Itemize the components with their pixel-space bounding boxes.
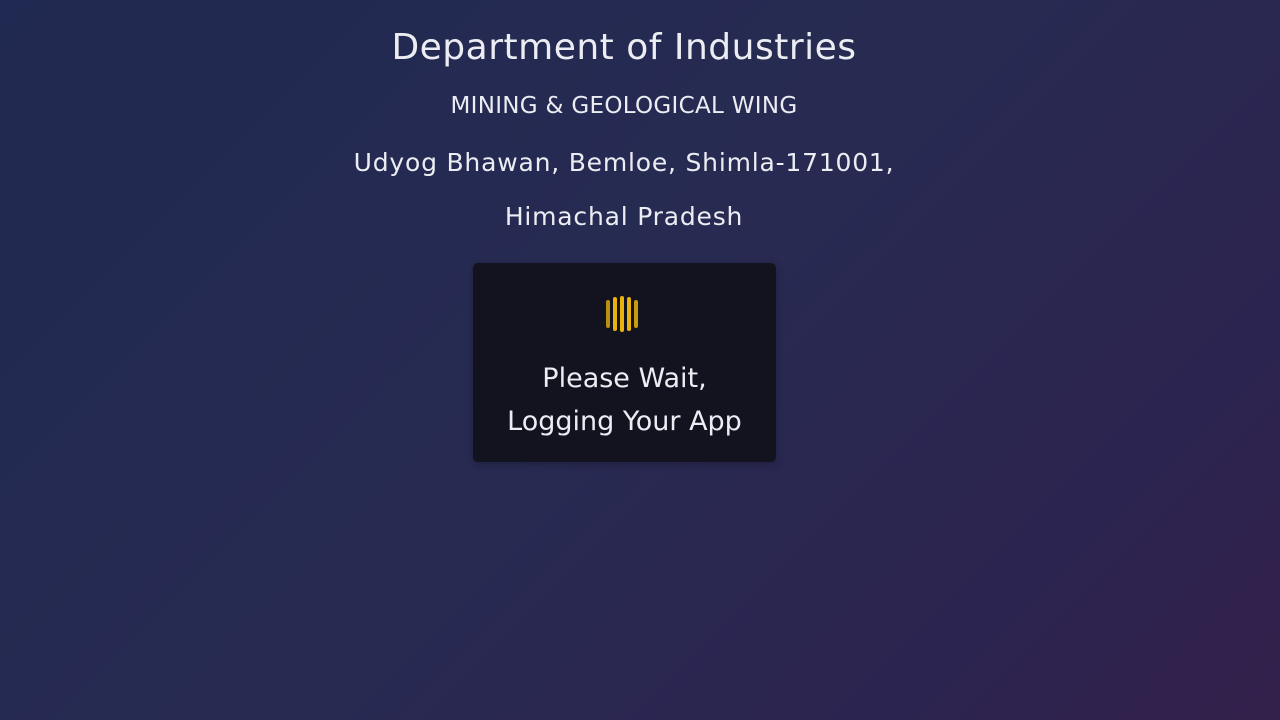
loading-message-line1: Please Wait, bbox=[542, 363, 707, 394]
loading-bar bbox=[606, 300, 610, 328]
wing-subtitle: MINING & GEOLOGICAL WING bbox=[450, 93, 798, 119]
department-title: Department of Industries bbox=[391, 27, 857, 68]
address-line: Udyog Bhawan, Bemloe, Shimla-171001, bbox=[353, 148, 895, 177]
loading-bar bbox=[634, 300, 638, 328]
loading-message: Please Wait, Logging Your App bbox=[473, 357, 776, 443]
state-line: Himachal Pradesh bbox=[504, 202, 744, 231]
loading-bar bbox=[620, 296, 624, 332]
loading-card: Please Wait, Logging Your App bbox=[473, 263, 776, 462]
loading-bars-icon bbox=[606, 296, 646, 332]
loading-bar bbox=[627, 297, 631, 331]
loading-bar bbox=[613, 297, 617, 331]
loading-message-line2: Logging Your App bbox=[507, 406, 742, 437]
